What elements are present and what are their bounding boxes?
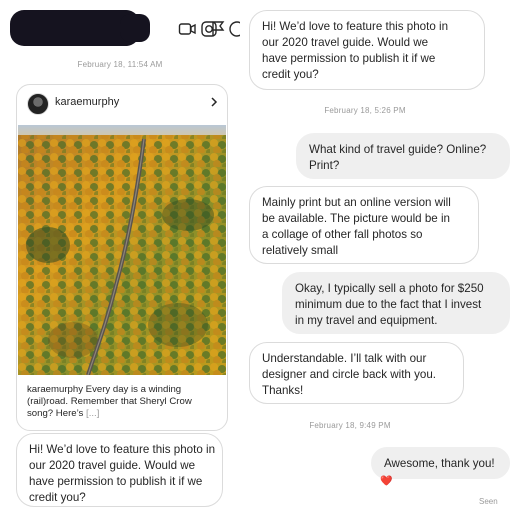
message-text: Okay, I typically sell a photo for $250 … bbox=[295, 282, 484, 327]
post-header[interactable]: karaemurphy bbox=[17, 85, 227, 125]
autumn-forest-railroad-photo[interactable] bbox=[18, 125, 226, 375]
message-bubble-incoming[interactable]: Mainly print but an online version will … bbox=[249, 186, 479, 264]
message-bubble-outgoing[interactable]: Okay, I typically sell a photo for $250 … bbox=[282, 272, 510, 334]
message-bubble-outgoing[interactable]: What kind of travel guide? Online? Print… bbox=[296, 133, 510, 179]
caption-username[interactable]: karaemurphy bbox=[27, 384, 83, 395]
message-text: Mainly print but an online version will … bbox=[262, 196, 451, 257]
message-bubble-incoming[interactable]: Hi! We’d love to feature this photo in o… bbox=[16, 433, 223, 507]
message-text: Understandable. I’ll talk with our desig… bbox=[262, 352, 436, 397]
message-text: What kind of travel guide? Online? Print… bbox=[309, 143, 487, 172]
timestamp: February 18, 9:49 PM bbox=[309, 421, 391, 430]
caption-more-link[interactable]: [...] bbox=[86, 408, 99, 419]
info-icon[interactable] bbox=[228, 20, 240, 38]
chat-header bbox=[0, 0, 240, 50]
heart-reaction-icon[interactable]: ❤️ bbox=[380, 476, 392, 487]
message-text: Hi! We’d love to feature this photo in o… bbox=[262, 20, 449, 81]
flag-icon[interactable] bbox=[209, 20, 227, 38]
left-chat-pane: February 18, 11:54 AM karaemurphy karaem… bbox=[0, 0, 240, 520]
chevron-right-icon[interactable] bbox=[207, 95, 221, 109]
avatar[interactable] bbox=[27, 93, 49, 115]
timestamp: February 18, 11:54 AM bbox=[77, 60, 163, 69]
right-chat-pane: Hi! We’d love to feature this photo in o… bbox=[240, 0, 520, 520]
message-bubble-incoming[interactable]: Hi! We’d love to feature this photo in o… bbox=[249, 10, 485, 90]
video-icon[interactable] bbox=[178, 20, 196, 38]
redacted-name-extension bbox=[120, 14, 150, 42]
timestamp: February 18, 5:26 PM bbox=[324, 106, 406, 115]
post-caption: karaemurphy Every day is a winding (rail… bbox=[27, 384, 217, 420]
message-text: Hi! We’d love to feature this photo in o… bbox=[29, 443, 216, 504]
shared-post-card[interactable]: karaemurphy karaemurphy Every day is a w… bbox=[16, 84, 228, 431]
seen-status: Seen bbox=[479, 497, 498, 506]
message-bubble-outgoing[interactable]: Awesome, thank you! bbox=[371, 447, 510, 479]
message-text: Awesome, thank you! bbox=[384, 457, 495, 470]
message-bubble-incoming[interactable]: Understandable. I’ll talk with our desig… bbox=[249, 342, 464, 404]
post-username[interactable]: karaemurphy bbox=[55, 96, 119, 108]
